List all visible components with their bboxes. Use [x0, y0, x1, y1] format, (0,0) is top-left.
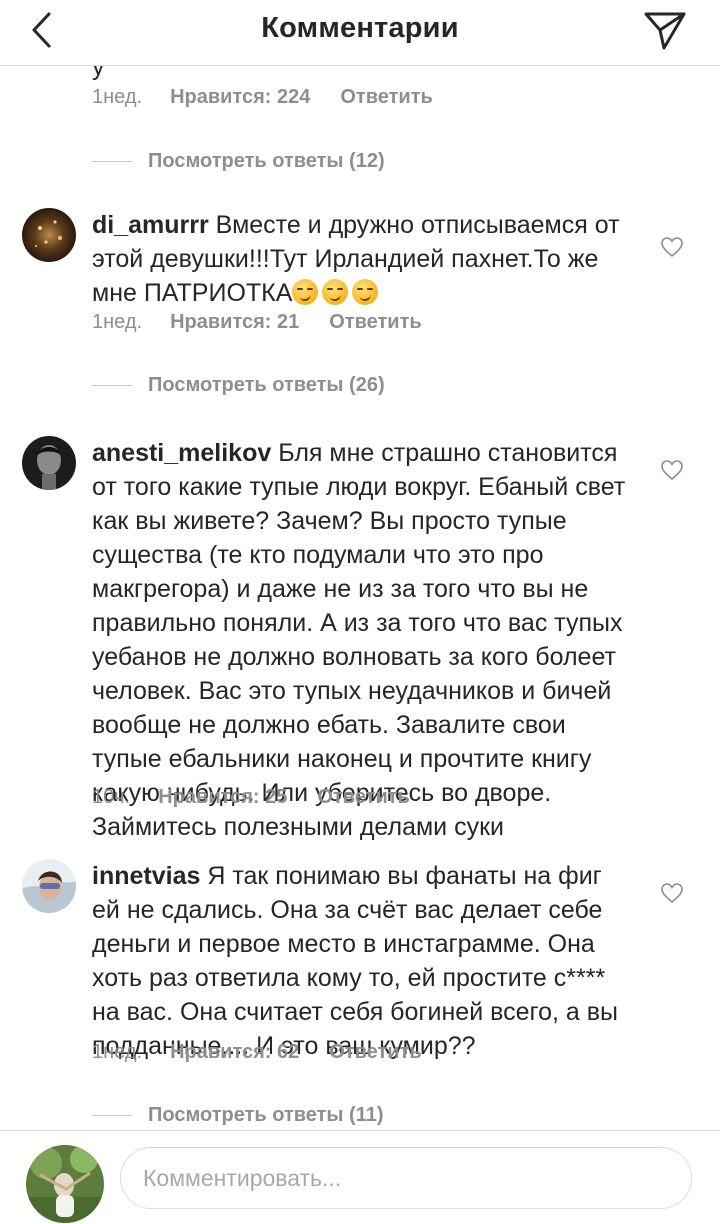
view-replies-label: Посмотреть ответы (11) — [148, 1104, 384, 1126]
comment-time: 1нед. — [92, 86, 143, 108]
page-title: Комментарии — [261, 12, 459, 44]
comment-meta: 1нед. Нравится: 62 Ответить — [92, 1041, 422, 1064]
smirk-emoji-icon — [322, 279, 349, 305]
comment-input[interactable] — [120, 1147, 692, 1209]
view-replies-label: Посмотреть ответы (12) — [148, 150, 385, 172]
comment-username[interactable]: di_amurrr — [92, 211, 209, 239]
avatar[interactable] — [22, 436, 76, 490]
comment-body: innetvias Я так понимаю вы фанаты на фиг… — [92, 859, 632, 1063]
paper-plane-icon[interactable] — [640, 6, 688, 54]
reply-button[interactable]: Ответить — [329, 311, 421, 334]
view-replies-label: Посмотреть ответы (26) — [148, 374, 385, 396]
comment-text: Я так понимаю вы фанаты на фиг ей не сда… — [92, 862, 618, 1060]
heart-icon[interactable] — [660, 235, 684, 259]
replies-divider — [92, 385, 132, 386]
heart-icon[interactable] — [660, 458, 684, 482]
reply-button[interactable]: Ответить — [340, 86, 432, 109]
truncated-comment-text: у — [92, 66, 105, 81]
smirk-emoji-icon — [292, 279, 319, 305]
reply-button[interactable]: Ответить — [329, 1041, 421, 1064]
comments-list[interactable]: у 1нед. Нравится: 224 Ответить Посмотрет… — [0, 66, 720, 1130]
comment-text: Бля мне страшно становится от того какие… — [92, 439, 626, 841]
comment-time: 1нед. — [92, 1041, 143, 1063]
view-replies-button[interactable]: Посмотреть ответы (12) — [92, 150, 385, 173]
comment-meta: 1нед. Нравится: 224 Ответить — [92, 86, 433, 109]
comment-meta: 10ч. Нравится: 25 Ответить — [92, 786, 410, 809]
replies-divider — [92, 1115, 132, 1116]
comment-username[interactable]: innetvias — [92, 862, 200, 890]
comment-username[interactable]: anesti_melikov — [92, 439, 271, 467]
avatar[interactable] — [22, 859, 76, 913]
likes-count-button[interactable]: Нравится: 62 — [170, 1041, 299, 1064]
likes-count-button[interactable]: Нравится: 25 — [158, 786, 287, 809]
comment-body: di_amurrr Вместе и дружно отписываемся о… — [92, 208, 632, 310]
comment-body: anesti_melikov Бля мне страшно становитс… — [92, 436, 632, 844]
comment-time: 10ч. — [92, 786, 131, 808]
comment-meta: 1нед. Нравится: 21 Ответить — [92, 311, 422, 334]
comment-composer — [0, 1130, 720, 1224]
comment-time: 1нед. — [92, 311, 143, 333]
reply-button[interactable]: Ответить — [317, 786, 409, 809]
avatar[interactable] — [22, 208, 76, 262]
smirk-emoji-icon — [352, 279, 379, 305]
heart-icon[interactable] — [660, 881, 684, 905]
likes-count-button[interactable]: Нравится: 21 — [170, 311, 299, 334]
current-user-avatar — [26, 1145, 104, 1223]
view-replies-button[interactable]: Посмотреть ответы (11) — [92, 1104, 384, 1127]
view-replies-button[interactable]: Посмотреть ответы (26) — [92, 374, 385, 397]
likes-count-button[interactable]: Нравится: 224 — [170, 86, 310, 109]
header-bar: Комментарии — [0, 0, 720, 66]
replies-divider — [92, 161, 132, 162]
